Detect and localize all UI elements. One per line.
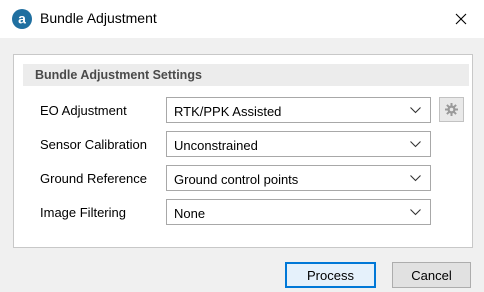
chevron-down-icon [410,175,421,182]
ground-reference-select[interactable]: Ground control points [166,165,431,191]
app-logo-icon: a [12,9,32,29]
settings-panel: Bundle Adjustment Settings EO Adjustment… [13,54,473,248]
ground-reference-label: Ground Reference [40,171,147,186]
image-filtering-label: Image Filtering [40,205,126,220]
sensor-calibration-select[interactable]: Unconstrained [166,131,431,157]
chevron-down-icon [410,209,421,216]
eo-settings-button[interactable] [439,97,464,122]
close-icon [455,13,467,25]
sensor-calibration-value: Unconstrained [174,138,258,153]
cancel-button[interactable]: Cancel [392,262,471,288]
ground-reference-value: Ground control points [174,172,299,187]
process-button[interactable]: Process [285,262,376,288]
chevron-down-icon [410,141,421,148]
eo-adjustment-select[interactable]: RTK/PPK Assisted [166,97,431,123]
panel-header: Bundle Adjustment Settings [23,64,469,86]
sensor-calibration-label: Sensor Calibration [40,137,147,152]
window-title: Bundle Adjustment [40,10,157,26]
eo-adjustment-value: RTK/PPK Assisted [174,104,282,119]
eo-adjustment-label: EO Adjustment [40,103,127,118]
gear-icon [445,103,458,116]
panel-header-title: Bundle Adjustment Settings [35,68,202,82]
svg-text:a: a [18,11,26,27]
title-bar: a Bundle Adjustment [0,0,484,38]
image-filtering-select[interactable]: None [166,199,431,225]
chevron-down-icon [410,107,421,114]
close-button[interactable] [438,0,484,38]
image-filtering-value: None [174,206,206,221]
